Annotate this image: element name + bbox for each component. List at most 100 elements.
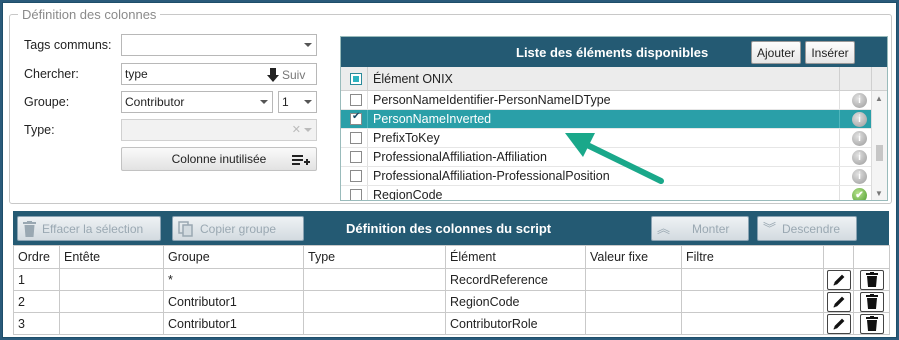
- info-icon[interactable]: i: [852, 150, 867, 165]
- column-header-filter: Filtre: [681, 245, 824, 269]
- type-select[interactable]: ✕: [121, 119, 317, 141]
- delete-button[interactable]: [859, 313, 884, 334]
- column-header-group: Groupe: [163, 245, 304, 269]
- scroll-up-icon[interactable]: ▲: [875, 94, 883, 103]
- item-checkbox[interactable]: [350, 111, 362, 125]
- item-label: RegionCode: [373, 188, 443, 201]
- trash-icon: [865, 294, 878, 309]
- chevron-down-icon: [260, 100, 268, 104]
- next-button[interactable]: Suiv: [266, 65, 305, 84]
- table-row[interactable]: 3 Contributor1 ContributorRole: [13, 312, 890, 335]
- edit-button[interactable]: [826, 291, 851, 312]
- group-label: Groupe:: [24, 95, 70, 109]
- list-item[interactable]: RegionCode ✔: [341, 186, 871, 201]
- scroll-down-icon[interactable]: ▼: [875, 189, 883, 198]
- add-list-icon: [292, 155, 310, 165]
- table-header-row: Ordre Entête Groupe Type Élément Valeur …: [13, 245, 890, 269]
- table-row[interactable]: 2 Contributor1 RegionCode: [13, 290, 890, 313]
- cell-element: RegionCode: [445, 290, 586, 313]
- move-up-button[interactable]: ︽ Monter: [651, 216, 749, 241]
- search-label: Chercher:: [24, 67, 79, 81]
- columns-definition-legend: Définition des colonnes: [22, 7, 157, 22]
- script-columns-header: Effacer la sélection Copier groupe Défin…: [13, 211, 889, 245]
- double-chevron-up-icon: ︽: [657, 220, 671, 236]
- cell-groupe: Contributor1: [163, 312, 304, 335]
- chevron-down-icon: [304, 43, 312, 47]
- copy-group-button[interactable]: Copier groupe: [172, 216, 304, 241]
- available-elements-header: Liste des éléments disponibles Ajouter I…: [341, 37, 887, 67]
- column-header-delete: [853, 245, 890, 269]
- trash-icon: [865, 316, 878, 331]
- item-label: ProfessionalAffiliation-Affiliation: [373, 150, 547, 164]
- cell-entete: [59, 312, 164, 335]
- cell-type: [303, 312, 446, 335]
- cell-element: RecordReference: [445, 268, 586, 291]
- type-label: Type:: [24, 123, 55, 137]
- info-icon[interactable]: i: [852, 169, 867, 184]
- check-status-icon[interactable]: ✔: [852, 188, 867, 200]
- edit-button[interactable]: [826, 269, 851, 290]
- main-frame: Définition des colonnes Tags communs: Ch…: [2, 2, 897, 338]
- next-label: Suiv: [282, 67, 306, 82]
- select-all-checkbox[interactable]: [350, 73, 362, 85]
- copy-icon: [178, 220, 193, 237]
- move-down-button[interactable]: ︾ Descendre: [757, 216, 857, 241]
- chevron-down-icon: [304, 100, 312, 104]
- scroll-thumb[interactable]: [876, 145, 883, 161]
- trash-icon: [865, 272, 878, 287]
- trash-icon: [23, 220, 36, 237]
- edit-button[interactable]: [826, 313, 851, 334]
- item-label: PersonNameInverted: [373, 112, 492, 126]
- delete-button[interactable]: [859, 291, 884, 312]
- cell-ordre: 1: [13, 268, 60, 291]
- chevron-down-icon: [304, 128, 312, 132]
- cell-ordre: 3: [13, 312, 60, 335]
- group-select[interactable]: Contributor: [121, 91, 273, 113]
- item-label: PrefixToKey: [373, 131, 440, 145]
- cell-type: [303, 290, 446, 313]
- item-checkbox[interactable]: [350, 94, 362, 106]
- clear-selection-button[interactable]: Effacer la sélection: [17, 216, 161, 241]
- insert-button[interactable]: Insérer: [805, 41, 855, 64]
- item-label: PersonNameIdentifier-PersonNameIDType: [373, 93, 611, 107]
- info-icon[interactable]: i: [852, 112, 867, 127]
- table-row[interactable]: 1 * RecordReference: [13, 268, 890, 291]
- cell-type: [303, 268, 446, 291]
- double-chevron-down-icon: ︾: [763, 220, 777, 236]
- delete-button[interactable]: [859, 269, 884, 290]
- script-columns-title: Définition des colonnes du script: [346, 221, 552, 236]
- available-elements-title: Liste des éléments disponibles: [516, 45, 709, 60]
- unused-column-button[interactable]: Colonne inutilisée: [121, 147, 317, 171]
- cell-groupe: Contributor1: [163, 290, 304, 313]
- script-columns-table: Ordre Entête Groupe Type Élément Valeur …: [13, 245, 890, 335]
- cell-entete: [59, 290, 164, 313]
- cell-entete: [59, 268, 164, 291]
- cell-valeur: [585, 290, 682, 313]
- item-checkbox[interactable]: [350, 170, 362, 182]
- cell-groupe: *: [163, 268, 304, 291]
- item-checkbox[interactable]: [350, 189, 362, 200]
- cell-filtre: [681, 290, 824, 313]
- cell-filtre: [681, 268, 824, 291]
- pencil-icon: [833, 318, 844, 329]
- group-index-select[interactable]: 1: [278, 91, 317, 113]
- item-checkbox[interactable]: [350, 151, 362, 163]
- column-header-edit: [823, 245, 854, 269]
- cell-ordre: 2: [13, 290, 60, 313]
- add-button[interactable]: Ajouter: [751, 41, 801, 64]
- cell-valeur: [585, 268, 682, 291]
- tags-select[interactable]: [121, 34, 317, 56]
- list-item[interactable]: PersonNameIdentifier-PersonNameIDType i: [341, 91, 871, 110]
- pencil-icon: [833, 274, 844, 285]
- column-header-type: Type: [303, 245, 446, 269]
- pencil-icon: [833, 296, 844, 307]
- cell-filtre: [681, 312, 824, 335]
- item-checkbox[interactable]: [350, 132, 362, 144]
- tags-label: Tags communs:: [24, 38, 112, 52]
- cell-element: ContributorRole: [445, 312, 586, 335]
- vertical-scrollbar[interactable]: ▲ ▼: [871, 91, 887, 200]
- info-icon[interactable]: i: [852, 131, 867, 146]
- arrow-down-icon: [267, 67, 279, 82]
- info-icon[interactable]: i: [852, 93, 867, 108]
- annotation-arrow-icon: [565, 133, 664, 184]
